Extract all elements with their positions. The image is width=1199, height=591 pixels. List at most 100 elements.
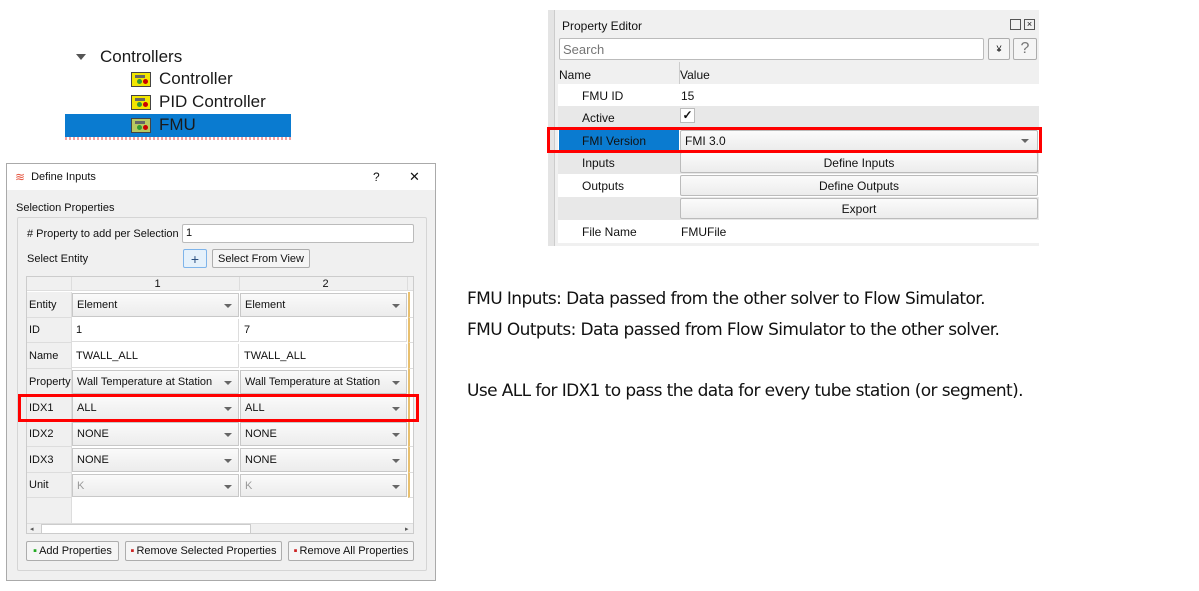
prop-label: File Name [582,225,637,239]
prop-label: FMU ID [582,89,624,103]
section-title: Selection Properties [16,202,115,214]
table-cell[interactable]: 7 [240,319,407,342]
partial-cell [408,292,413,318]
note-idx1: Use ALL for IDX1 to pass the data for ev… [467,381,1024,401]
row-active: Active ✓ [558,106,1039,129]
active-checkbox[interactable]: ✓ [680,108,695,123]
close-icon[interactable]: ✕ [409,169,420,185]
help-button[interactable]: ? [373,170,380,184]
table-dropdown[interactable]: NONE [240,448,407,472]
dropdown-value: NONE [77,428,109,440]
prop-per-selection-input[interactable]: 1 [182,224,414,243]
tree-label: PID Controller [159,92,266,111]
search-input[interactable] [559,38,984,60]
help-button[interactable]: ? [1013,38,1037,60]
tree-item-fmu[interactable]: FMU [131,114,196,136]
tree-label: Controllers [100,47,183,66]
dropdown-value: Element [77,299,118,311]
row-header: IDX3 [27,447,72,473]
dialog-titlebar: ≋ Define Inputs ? ✕ [7,164,435,190]
column-header-partial [408,277,413,291]
remove-selected-button[interactable]: ▪ Remove Selected Properties [125,541,282,561]
chevron-down-icon [224,485,232,489]
row-header: Name [27,343,72,369]
close-icon[interactable]: × [1024,19,1035,30]
prop-label: Outputs [582,179,625,193]
remove-icon: ▪ [293,545,298,557]
table-dropdown[interactable]: Element [240,293,407,317]
tree-item-pid-controller[interactable]: PID Controller [131,91,266,113]
note-fmu-inputs: FMU Inputs: Data passed from the other s… [467,289,986,309]
highlight-idx1-row [18,394,419,422]
button-label: Remove Selected Properties [136,545,277,557]
prop-label: Active [582,111,615,125]
expand-all-button[interactable]: ¥ [988,38,1010,60]
dropdown-value: NONE [245,428,277,440]
row-outputs: Outputs Define Outputs [558,174,1039,197]
scroll-left-icon[interactable]: ◂ [30,525,34,533]
define-outputs-button[interactable]: Define Outputs [680,175,1038,196]
dropdown-value: Wall Temperature at Station [245,376,381,388]
float-icon[interactable] [1010,19,1021,30]
export-button[interactable]: Export [680,198,1038,219]
controller-icon [131,71,151,87]
dropdown-value: Wall Temperature at Station [77,376,213,388]
chevron-down-icon [392,433,400,437]
row-header: Unit [27,473,72,498]
fmu-id-value[interactable]: 15 [681,89,694,103]
dialog-title: Define Inputs [31,171,96,183]
controller-icon [131,117,151,133]
table-cell[interactable]: TWALL_ALL [240,344,407,368]
table-dropdown[interactable]: NONE [72,422,239,446]
add-entity-button[interactable]: + [183,249,207,268]
column-header[interactable]: 1 [72,277,240,291]
dropdown-value: NONE [77,454,109,466]
partial-cell [408,447,413,473]
remove-icon: ▪ [130,545,135,557]
table-dropdown[interactable]: K [72,474,239,497]
column-header-name: Name [559,68,592,82]
chevron-down-icon [392,304,400,308]
controller-icon [131,94,151,110]
table-dropdown[interactable]: Wall Temperature at Station [72,370,239,394]
prop-per-selection-label: # Property to add per Selection [27,228,179,240]
table-dropdown[interactable]: K [240,474,407,497]
row-header: Entity [27,292,72,318]
panel-title: Property Editor [562,19,643,33]
table-dropdown[interactable]: Wall Temperature at Station [240,370,407,394]
button-label: Remove All Properties [299,545,409,557]
row-fmu-id: FMU ID 15 [558,84,1039,107]
table-dropdown[interactable]: Element [72,293,239,317]
table-dropdown[interactable]: NONE [240,422,407,446]
app-icon: ≋ [15,170,26,184]
chevron-down-icon [392,459,400,463]
table-dropdown[interactable]: NONE [72,448,239,472]
partial-cell [408,421,413,447]
row-inputs: Inputs Define Inputs [558,151,1039,174]
scroll-right-icon[interactable]: ▸ [405,525,409,533]
scrollbar-thumb[interactable] [41,524,251,533]
row-export: Export [558,197,1039,220]
expand-arrow-icon[interactable] [76,54,86,60]
add-properties-button[interactable]: ▪ Add Properties [26,541,119,561]
select-from-view-button[interactable]: Select From View [212,249,310,268]
dropdown-value: NONE [245,454,277,466]
tree-label: Controller [159,69,233,88]
corner-header [27,277,72,291]
partial-cell [408,318,413,343]
tree-item-controller[interactable]: Controller [131,68,233,90]
partial-cell [408,369,413,395]
define-inputs-button[interactable]: Define Inputs [680,152,1038,173]
chevron-down-icon [392,381,400,385]
dropdown-value: K [245,479,253,492]
file-name-value[interactable]: FMUFile [681,225,726,239]
table-cell[interactable]: 1 [72,319,239,342]
add-icon: ▪ [33,545,38,557]
row-header: Property [27,369,72,395]
remove-all-button[interactable]: ▪ Remove All Properties [288,541,414,561]
row-header: IDX2 [27,421,72,447]
column-header[interactable]: 2 [240,277,408,291]
table-cell[interactable]: TWALL_ALL [72,344,239,368]
highlight-fmi-version [547,127,1042,153]
tree-item-controllers[interactable]: Controllers [100,46,182,68]
